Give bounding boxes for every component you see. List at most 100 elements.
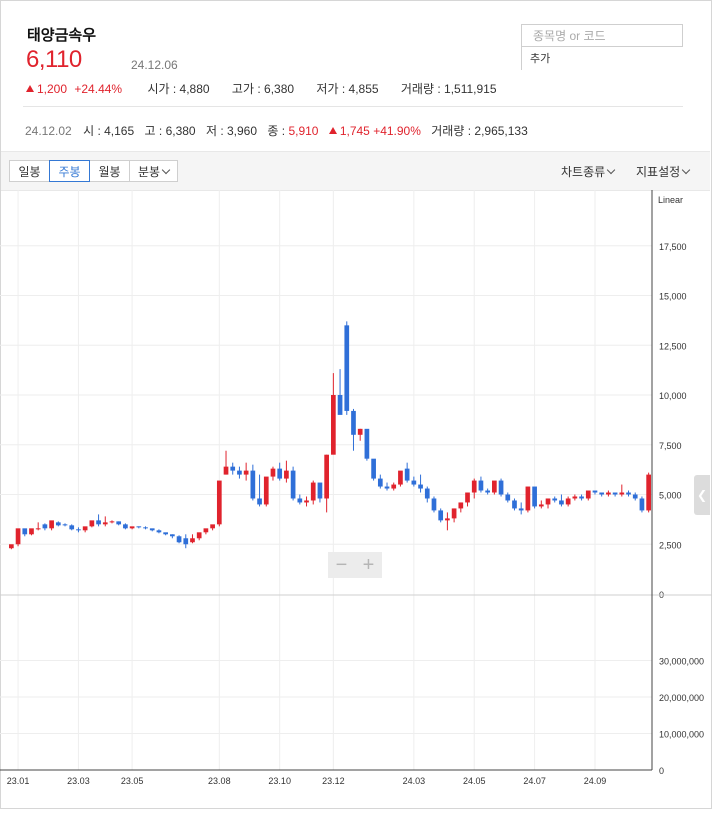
candle-body <box>324 454 329 499</box>
summary-close-label: 종 <box>267 124 279 138</box>
tab-minute[interactable]: 분봉 <box>129 160 178 182</box>
candle-body <box>89 520 95 527</box>
candle-body <box>143 527 148 529</box>
candle-body <box>9 544 14 549</box>
price-tick-label: 15,000 <box>659 292 687 302</box>
candle-body <box>156 530 162 533</box>
candle-body <box>237 470 242 475</box>
candle-body <box>183 538 189 545</box>
candle-body <box>69 525 75 530</box>
zoom-in-button[interactable]: + <box>355 552 382 578</box>
candle-body <box>170 534 175 537</box>
chart-toolbar: 일봉 주봉 월봉 분봉 차트종류 지표설정 <box>1 151 710 191</box>
ohlc-summary: 24.12.02 시 : 4,165 고 : 6,380 저 : 3,960 종… <box>25 122 528 139</box>
price-tick-label: 10,000 <box>659 391 687 401</box>
candle-body <box>109 521 115 523</box>
summary-close: 종 : 5,910 <box>267 124 319 138</box>
summary-high: 고 : 6,380 <box>144 124 196 138</box>
candle-body <box>284 470 289 479</box>
candle-body <box>223 466 229 475</box>
time-tick-label: 23.05 <box>121 776 144 786</box>
candle-body <box>606 492 611 495</box>
chevron-left-icon[interactable]: ❮ <box>694 475 710 515</box>
candle-body <box>418 484 423 489</box>
candle-body <box>492 480 497 493</box>
candle-body <box>559 500 564 505</box>
volume-tick-label: 20,000,000 <box>659 693 704 703</box>
candle-body <box>498 480 504 495</box>
candle-body <box>445 518 450 521</box>
triangle-up-icon <box>328 127 337 134</box>
time-tick-label: 24.03 <box>403 776 426 786</box>
low-value: 4,855 <box>348 82 379 96</box>
time-tick-label: 24.09 <box>584 776 607 786</box>
high-value: 6,380 <box>264 82 295 96</box>
indicator-label: 지표설정 <box>636 165 681 179</box>
time-tick-label: 24.07 <box>523 776 546 786</box>
candle-body <box>216 480 222 525</box>
tab-weekly[interactable]: 주봉 <box>49 160 90 182</box>
candle-body <box>337 395 343 415</box>
chart-area[interactable]: 0 2,500 5,000 7,500 10,000 12,500 15,000 17,500… <box>0 190 712 809</box>
tab-monthly[interactable]: 월봉 <box>89 160 130 182</box>
candle-body <box>512 500 517 509</box>
time-tick-label: 23.01 <box>7 776 30 786</box>
candle-body <box>377 478 383 487</box>
volume-tick-label: 10,000,000 <box>659 730 704 740</box>
candle-body <box>196 532 202 539</box>
summary-change: 1,745 +41.90% <box>328 124 421 138</box>
candle-body <box>384 486 390 489</box>
candle-body <box>270 468 276 477</box>
low-label: 저가 <box>316 82 339 96</box>
candle-body <box>116 521 122 525</box>
candle-body <box>505 494 511 501</box>
volume-label: 거래량 <box>400 82 435 96</box>
candle-body <box>351 410 356 435</box>
candle-body <box>310 482 316 501</box>
candlestick-chart-svg[interactable]: 0 2,500 5,000 7,500 10,000 12,500 15,000 17,500… <box>0 190 712 809</box>
summary-low-label: 저 <box>205 124 217 138</box>
summary-open-value: 4,165 <box>104 124 135 138</box>
summary-change-value: 1,745 <box>339 124 370 138</box>
price-tick-label: 17,500 <box>659 242 687 252</box>
time-tick-label: 23.03 <box>67 776 90 786</box>
candle-body <box>76 529 81 531</box>
candle-body <box>149 528 155 531</box>
tab-daily[interactable]: 일봉 <box>9 160 50 182</box>
candle-body <box>371 458 376 479</box>
candle-body <box>190 538 195 543</box>
candle-body <box>438 510 444 521</box>
candle-body <box>49 520 54 529</box>
volume-tick-label: 30,000,000 <box>659 657 704 667</box>
candle-body <box>82 526 88 531</box>
chart-type-dropdown[interactable]: 차트종류 <box>561 163 616 180</box>
candle-body <box>458 502 464 509</box>
zoom-control: − + <box>328 552 382 578</box>
high-label: 고가 <box>231 82 255 96</box>
price-tick-label: 5,000 <box>659 491 682 501</box>
candle-body <box>525 486 531 511</box>
candle-body <box>599 492 605 495</box>
candle-body <box>257 498 262 505</box>
candle-body <box>35 528 41 530</box>
summary-date: 24.12.02 <box>25 124 72 138</box>
candle-body <box>15 528 21 545</box>
candle-body <box>451 508 457 519</box>
zoom-out-button[interactable]: − <box>328 552 355 578</box>
candle-body <box>639 498 645 511</box>
tab-minute-label: 분봉 <box>137 165 161 179</box>
volume: 거래량 : 1,511,915 <box>400 82 497 96</box>
indicator-settings-dropdown[interactable]: 지표설정 <box>636 163 691 180</box>
triangle-up-icon <box>26 85 34 92</box>
current-price: 6,110 <box>26 46 82 73</box>
price-tick-label: 7,500 <box>659 441 682 451</box>
price-tick-label: 12,500 <box>659 341 687 351</box>
candle-body <box>485 490 490 493</box>
candle-layer <box>9 321 651 550</box>
time-tick-label: 23.12 <box>322 776 345 786</box>
stock-search-input[interactable]: 종목명 or 코드 <box>521 24 683 47</box>
candle-body <box>163 532 168 535</box>
candle-body <box>626 492 631 495</box>
candle-body <box>478 480 484 491</box>
add-button[interactable]: 추가 <box>530 50 550 66</box>
